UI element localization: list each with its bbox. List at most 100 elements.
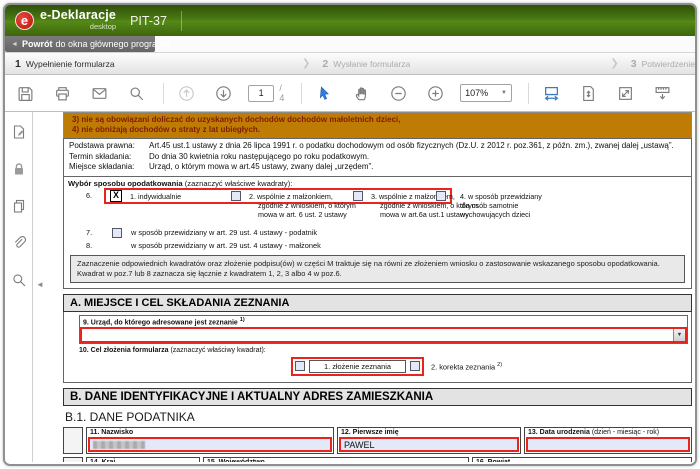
checkbox-art29-taxpayer[interactable] bbox=[112, 228, 122, 238]
field-8-row: 8. w sposób przewidziany w art. 29 ust. … bbox=[68, 241, 687, 251]
field-9-footnote-mark: 1) bbox=[240, 317, 245, 323]
zoom-level-select[interactable]: 107% ▼ bbox=[460, 84, 512, 102]
checkbox-single-parent[interactable] bbox=[436, 191, 446, 201]
field-12-first-name: 12. Pierwsze imię PAWEL bbox=[337, 427, 521, 454]
first-name-input[interactable]: PAWEL bbox=[339, 437, 519, 452]
legal-label: Podstawa prawna: bbox=[69, 141, 149, 151]
birth-date-input[interactable] bbox=[526, 437, 690, 452]
checkbox-correction[interactable] bbox=[410, 361, 420, 371]
step-3-label: Potwierdzenie bbox=[642, 59, 695, 69]
toolbar-separator bbox=[528, 83, 529, 104]
toolbar-separator bbox=[163, 83, 164, 104]
fit-width-icon bbox=[543, 85, 560, 102]
filing-option-2-footnote-mark: 2) bbox=[497, 362, 502, 368]
page-properties-button[interactable] bbox=[9, 122, 29, 142]
app-window: e e-Deklaracje desktop PIT-37 ◄ Powrót d… bbox=[3, 3, 697, 466]
field-13-label: 13. Data urodzenia (dzień - miesiąc - ro… bbox=[525, 428, 691, 437]
paperclip-icon bbox=[11, 235, 27, 251]
back-to-main-tab[interactable]: ◄ Powrót do okna głównego programu bbox=[5, 36, 155, 52]
section-b1-header: B.1. DANE PODATNIKA bbox=[63, 406, 692, 427]
print-button[interactable] bbox=[50, 81, 74, 105]
checkbox-filing-declaration[interactable] bbox=[295, 361, 305, 371]
toolbar-separator bbox=[301, 83, 302, 104]
page-number-input[interactable]: 1 bbox=[248, 85, 274, 102]
save-button[interactable] bbox=[13, 81, 37, 105]
option-2-line1: 2. wspólnie z małżonkiem, bbox=[249, 192, 356, 201]
search-panel-button[interactable] bbox=[9, 270, 29, 290]
back-tab-bold: Powrót bbox=[22, 39, 53, 49]
lock-button[interactable] bbox=[9, 159, 29, 179]
validation-highlight-box: 1. złożenie zeznania bbox=[291, 357, 424, 376]
taxpayer-fields-row-2: 14. Kraj POLSKA ▼ 15. Województwo ▼ 16 bbox=[63, 457, 692, 462]
email-button[interactable] bbox=[87, 81, 111, 105]
fit-page-button[interactable] bbox=[576, 81, 600, 105]
search-icon bbox=[128, 85, 145, 102]
step-1-fill-form[interactable]: 1 Wypełnienie formularza bbox=[5, 53, 300, 74]
screen-down-arrow-icon bbox=[654, 85, 671, 102]
field-10-note: (zaznaczyć właściwy kwadrat): bbox=[170, 347, 265, 354]
row-gutter-cell bbox=[63, 427, 83, 454]
copy-pages-button[interactable] bbox=[9, 196, 29, 216]
panel-collapse-handle[interactable]: ◄ bbox=[36, 280, 44, 289]
step-separator-icon: ❯ bbox=[610, 58, 618, 69]
zoom-out-button[interactable] bbox=[386, 81, 410, 105]
step-2-number: 2 bbox=[322, 58, 328, 70]
next-page-button[interactable] bbox=[211, 81, 235, 105]
zoom-level-value: 107% bbox=[465, 88, 488, 98]
pit37-form-page: 3) nie są obowiązani doliczać do uzyskan… bbox=[63, 112, 692, 462]
previous-page-button[interactable] bbox=[174, 81, 198, 105]
lock-icon bbox=[11, 161, 27, 177]
filing-option-1-label: 1. złożenie zeznania bbox=[309, 360, 406, 373]
field-6-taxation-options: 6. X 1. indywidualnie 2. wspólnie z małż… bbox=[68, 188, 687, 225]
save-icon bbox=[17, 85, 34, 102]
section-a-header: A. MIEJSCE I CEL SKŁADANIA ZEZNANIA bbox=[63, 294, 692, 312]
legal-text: Art.45 ust.1 ustawy z dnia 26 lipca 1991… bbox=[149, 141, 686, 151]
checkbox-joint-spouse[interactable] bbox=[231, 191, 241, 201]
field-7-label: w sposób przewidziany w art. 29 ust. 4 u… bbox=[131, 228, 317, 237]
option-2-line2: zgodnie z wnioskiem, o którym bbox=[249, 201, 356, 210]
tax-office-dropdown[interactable]: ▼ bbox=[80, 327, 687, 343]
app-logo: e e-Deklaracje desktop bbox=[15, 10, 116, 32]
zoom-in-button[interactable] bbox=[423, 81, 447, 105]
fullscreen-button[interactable] bbox=[613, 81, 637, 105]
document-toolbar: 1 / 4 107% ▼ bbox=[5, 75, 695, 112]
search-button[interactable] bbox=[124, 81, 148, 105]
page-edit-icon bbox=[11, 124, 27, 140]
choice-title: Wybór sposobu opodatkowania bbox=[68, 179, 183, 188]
legal-text: Do dnia 30 kwietnia roku następującego p… bbox=[149, 152, 686, 162]
option-4-line1: 4. w sposób przewidziany bbox=[460, 192, 542, 201]
surname-input[interactable] bbox=[88, 437, 332, 452]
option-4-line3: wychowujących dzieci bbox=[460, 210, 542, 219]
step-separator-icon: ❯ bbox=[302, 58, 310, 69]
legal-label: Miejsce składania: bbox=[69, 162, 149, 172]
field-14-country: 14. Kraj POLSKA ▼ bbox=[86, 457, 200, 462]
filing-option-2-text: 2. korekta zeznania bbox=[431, 362, 495, 371]
step-2-label: Wysłanie formularza bbox=[333, 59, 410, 69]
field-6-number: 6. bbox=[86, 191, 92, 200]
select-tool-button[interactable] bbox=[312, 81, 336, 105]
left-side-panel bbox=[5, 112, 33, 462]
field-11-surname: 11. Nazwisko bbox=[86, 427, 334, 454]
chevron-down-icon: ▼ bbox=[501, 90, 507, 96]
step-2-send-form[interactable]: 2 Wysłanie formularza bbox=[312, 53, 608, 74]
arrow-up-circle-icon bbox=[178, 85, 195, 102]
field-7-number: 7. bbox=[86, 228, 112, 237]
step-3-confirmation[interactable]: 3 Potwierdzenie bbox=[621, 53, 695, 74]
fit-width-button[interactable] bbox=[539, 81, 563, 105]
checkbox-individual[interactable]: X bbox=[110, 190, 122, 202]
field-16-label: 16. Powiat bbox=[473, 458, 691, 462]
back-tab-text: do okna głównego programu bbox=[55, 39, 169, 49]
option-2-line3: mowa w art. 6 ust. 2 ustawy bbox=[249, 210, 356, 219]
taxation-choice-section: Wybór sposobu opodatkowania (zaznaczyć w… bbox=[63, 176, 692, 289]
search-icon bbox=[11, 272, 27, 288]
pan-tool-button[interactable] bbox=[349, 81, 373, 105]
main-area: ◄ 3) nie są obowiązani doliczać do uzysk… bbox=[5, 112, 695, 462]
field-10-options: 1. złożenie zeznania 2. korekta zeznania… bbox=[291, 357, 688, 376]
section-a-body: 9. Urząd, do którego adresowane jest zez… bbox=[63, 312, 692, 383]
dropdown-arrow-icon[interactable]: ▼ bbox=[673, 329, 685, 341]
envelope-icon bbox=[91, 85, 108, 102]
checkbox-joint-spouse-6a[interactable] bbox=[353, 191, 363, 201]
field-8-label: w sposób przewidziany w art. 29 ust. 4 u… bbox=[131, 241, 321, 250]
attachments-button[interactable] bbox=[9, 233, 29, 253]
presentation-button[interactable] bbox=[650, 81, 674, 105]
